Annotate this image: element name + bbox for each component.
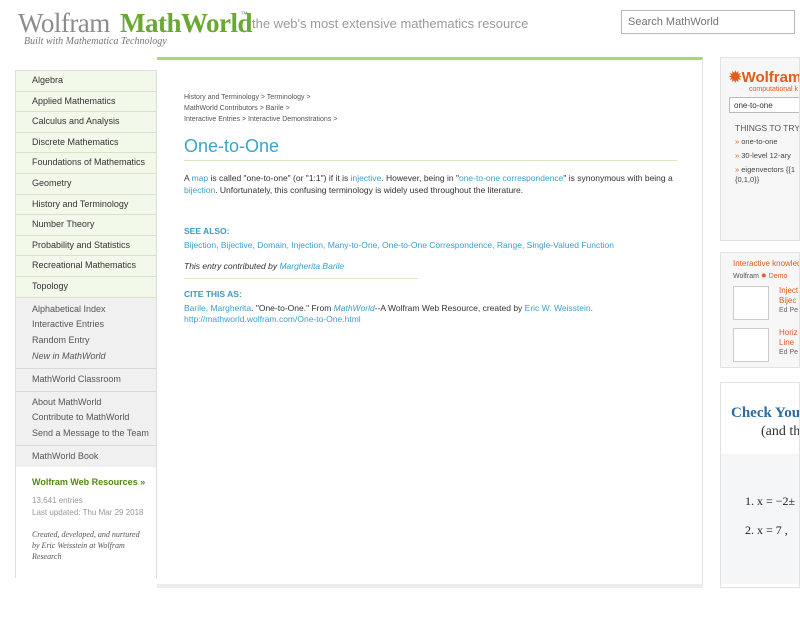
wolfram-alpha-box: ✹Wolfram computational k THINGS TO TRY »…	[720, 57, 800, 241]
nav-divider	[16, 367, 156, 369]
wolfram-alpha-input[interactable]	[729, 97, 799, 113]
footer-strip	[157, 584, 703, 588]
nav-divider	[16, 390, 156, 392]
definition-paragraph: A map is called "one-to-one" (or "1:1") …	[184, 173, 673, 195]
check-your-answers-ad[interactable]: Check You (and th 1. x = −2± 2. x = 7 ,	[720, 382, 800, 588]
demonstration-item[interactable]: Inject Bijec Ed Pe	[721, 286, 799, 322]
nav-item-topic[interactable]: Number Theory	[16, 215, 156, 236]
main-content: History and Terminology > Terminology > …	[157, 57, 703, 588]
demonstration-author: Ed Pe	[779, 307, 799, 314]
nav-item-interactive-entries[interactable]: Interactive Entries	[16, 317, 156, 333]
nav-divider	[16, 444, 156, 446]
see-also-link[interactable]: Bijective	[221, 240, 253, 250]
ad-headline: Check You	[731, 405, 800, 421]
wolfram-demonstrations-brand[interactable]: Wolfram ✹ Demo	[721, 268, 799, 280]
demonstration-title[interactable]: Inject Bijec	[779, 286, 798, 306]
see-also-link[interactable]: Domain	[257, 240, 286, 250]
breadcrumb[interactable]: Interactive Entries > Interactive Demons…	[184, 116, 337, 123]
see-also-list: Bijection, Bijective, Domain, Injection,…	[184, 240, 614, 250]
cite-mathworld-link[interactable]: MathWorld	[334, 303, 375, 313]
demonstrations-icon: ✹	[760, 273, 767, 280]
nav-item-contribute[interactable]: Contribute to MathWorld	[16, 410, 156, 426]
citation: Barile, Margherita. "One-to-One." From M…	[184, 303, 594, 324]
nav-item-classroom[interactable]: MathWorld Classroom	[16, 372, 156, 388]
site-credit: Created, developed, and nurtured by Eric…	[32, 529, 140, 561]
see-also-link[interactable]: Bijection	[184, 240, 216, 250]
ad-equation: 1. x = −2±	[745, 494, 796, 508]
last-updated: Last updated: Thu Mar 29 2018	[32, 507, 144, 517]
interactive-knowledge-box: Interactive knowled Wolfram ✹ Demo Injec…	[720, 252, 800, 368]
things-to-try-heading: THINGS TO TRY	[735, 123, 800, 133]
wolfram-alpha-subtitle: computational k	[749, 86, 799, 93]
entry-count: 13,641 entries	[32, 495, 83, 505]
logo-trademark: ™	[240, 10, 248, 19]
link-bijection[interactable]: bijection	[184, 185, 215, 195]
nav-item-topic[interactable]: Algebra	[16, 71, 156, 92]
link-map[interactable]: map	[192, 173, 209, 183]
cite-author-link[interactable]: Barile, Margherita	[184, 303, 251, 313]
spikey-icon: ✹	[729, 69, 742, 86]
ad-subheadline: (and th	[761, 424, 800, 439]
nav-item-alphabetical-index[interactable]: Alphabetical Index	[16, 302, 156, 318]
sidebar-nav: Algebra Applied Mathematics Calculus and…	[15, 70, 157, 617]
demonstration-item[interactable]: Horiz Line Ed Pe	[721, 328, 799, 364]
demonstration-thumbnail	[733, 328, 769, 362]
link-one-to-one-correspondence[interactable]: one-to-one correspondence	[459, 173, 563, 183]
see-also-link[interactable]: One-to-One Correspondence	[382, 240, 492, 250]
nav-item-topic[interactable]: Probability and Statistics	[16, 235, 156, 257]
search-input[interactable]	[621, 10, 795, 34]
contributor-line: This entry contributed by Margherita Bar…	[184, 261, 345, 271]
see-also-link[interactable]: Injection	[291, 240, 323, 250]
things-to-try-item[interactable]: » 30-level 12-ary	[721, 147, 799, 161]
things-to-try-item[interactable]: » eigenvectors {{1 {0,1,0}}	[721, 161, 799, 185]
nav-item-book[interactable]: MathWorld Book	[16, 449, 156, 465]
nav-item-topic[interactable]: Geometry	[16, 173, 156, 195]
contrib-divider	[184, 278, 418, 279]
link-injective[interactable]: injective	[351, 173, 382, 183]
breadcrumb[interactable]: MathWorld Contributors > Barile >	[184, 105, 290, 112]
nav-item-topic[interactable]: Foundations of Mathematics	[16, 153, 156, 174]
contributor-link[interactable]: Margherita Barile	[279, 261, 344, 271]
cite-heading: CITE THIS AS:	[184, 289, 242, 299]
nav-item-topic[interactable]: Discrete Mathematics	[16, 132, 156, 154]
breadcrumb[interactable]: History and Terminology > Terminology >	[184, 94, 311, 101]
logo-mathworld[interactable]: MathWorld	[120, 8, 253, 39]
nav-item-random-entry[interactable]: Random Entry	[16, 333, 156, 349]
see-also-link[interactable]: Single-Valued Function	[527, 240, 614, 250]
demonstration-author: Ed Pe	[779, 349, 799, 356]
wolfram-web-resources-link[interactable]: Wolfram Web Resources »	[16, 467, 156, 487]
cite-eric-link[interactable]: Eric W. Weisstein	[525, 303, 591, 313]
demonstration-thumbnail	[733, 286, 769, 320]
nav-item-about[interactable]: About MathWorld	[16, 395, 156, 411]
see-also-link[interactable]: Many-to-One	[328, 240, 378, 250]
nav-item-send-message[interactable]: Send a Message to the Team	[16, 426, 156, 442]
see-also-link[interactable]: Range	[497, 240, 522, 250]
cite-url-link[interactable]: http://mathworld.wolfram.com/One-to-One.…	[184, 314, 361, 324]
things-to-try-item[interactable]: » one-to-one	[721, 133, 799, 147]
page-title: One-to-One	[184, 136, 280, 156]
nav-item-topic[interactable]: Applied Mathematics	[16, 91, 156, 113]
title-divider	[184, 160, 677, 161]
nav-item-topic[interactable]: History and Terminology	[16, 194, 156, 216]
wolfram-alpha-logo[interactable]: ✹Wolfram	[721, 58, 799, 86]
nav-item-new[interactable]: New in MathWorld	[16, 349, 156, 365]
site-tagline: the web's most extensive mathematics res…	[252, 16, 529, 31]
logo-subtitle: Built with Mathematica Technology	[24, 36, 167, 47]
interactive-knowledge-heading: Interactive knowled	[733, 259, 800, 268]
ad-equation: 2. x = 7 ,	[745, 523, 788, 537]
nav-item-topic[interactable]: Recreational Mathematics	[16, 256, 156, 277]
nav-item-topic[interactable]: Topology	[16, 276, 156, 298]
demonstration-title[interactable]: Horiz Line	[779, 328, 798, 348]
see-also-heading: SEE ALSO:	[184, 226, 230, 236]
nav-item-topic[interactable]: Calculus and Analysis	[16, 112, 156, 133]
logo-wolfram[interactable]: Wolfram	[18, 8, 110, 39]
